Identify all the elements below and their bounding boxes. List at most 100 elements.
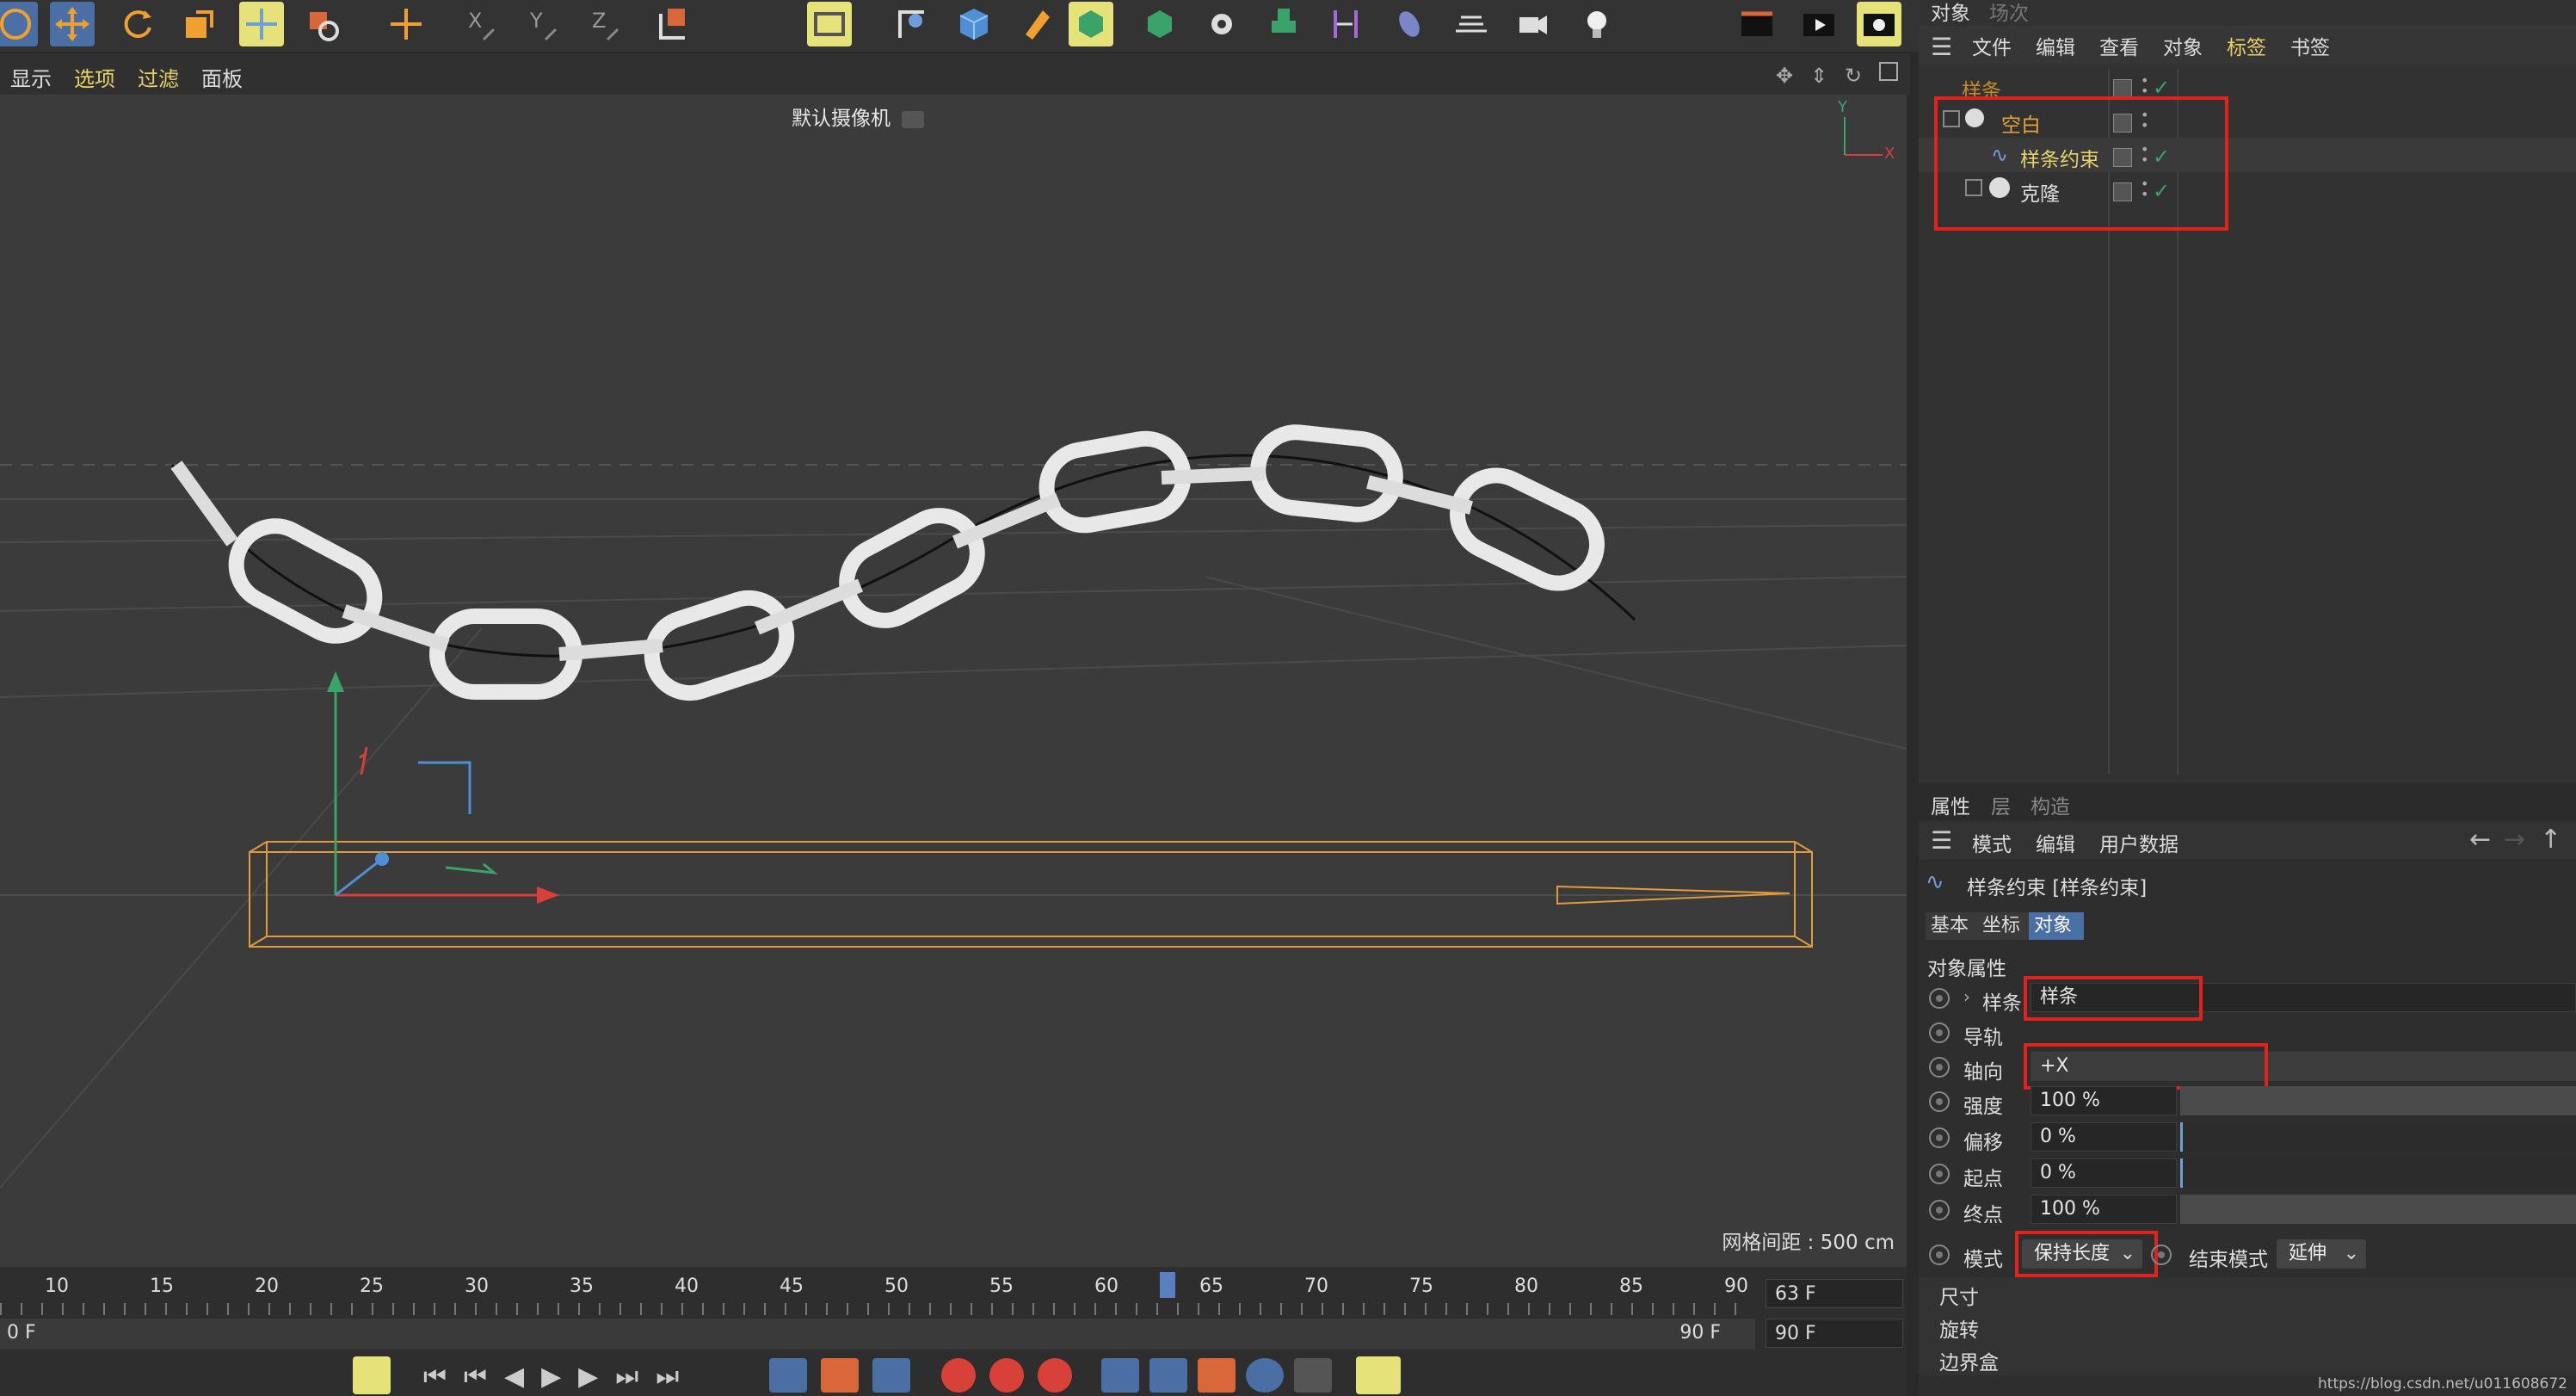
transform-tool-icon[interactable] <box>301 2 346 46</box>
z-axis-lock-icon[interactable]: Z <box>585 2 630 46</box>
axis-animate-radio[interactable] <box>1929 1057 1950 1078</box>
render-region-icon[interactable] <box>807 2 852 46</box>
section-size[interactable]: 尺寸 <box>1919 1277 2576 1310</box>
subtab-coords[interactable]: 坐标 <box>1977 912 2029 940</box>
menu-options[interactable]: 选项 <box>74 62 115 92</box>
frame-range-bar[interactable]: 0 F 90 F <box>0 1319 1755 1350</box>
render-picture-viewer-icon[interactable] <box>1796 2 1841 46</box>
y-axis-lock-icon[interactable]: Y <box>523 2 568 46</box>
tab-structure[interactable]: 构造 <box>2031 790 2070 819</box>
x-axis-lock-icon[interactable]: X <box>461 2 506 46</box>
keyframe-mode-icon[interactable] <box>353 1356 391 1394</box>
spline-animate-radio[interactable] <box>1929 988 1950 1009</box>
3d-viewport[interactable]: Y X 默认摄像机 网格间距 : 500 cm <box>0 95 1907 1267</box>
menu-filter[interactable]: 过滤 <box>138 62 179 92</box>
menu-object[interactable]: 对象 <box>2163 31 2203 60</box>
record-key-icon[interactable] <box>941 1358 976 1393</box>
viewport-rotate-icon[interactable]: ↻ <box>1845 64 1862 88</box>
menu-tags[interactable]: 标签 <box>2227 31 2266 60</box>
menu-edit[interactable]: 编辑 <box>2036 31 2075 60</box>
menu-bookmarks[interactable]: 书签 <box>2290 31 2330 60</box>
menu-view[interactable]: 查看 <box>2099 31 2139 60</box>
scheme-icon[interactable] <box>1356 1356 1401 1394</box>
menu-panel[interactable]: 面板 <box>201 62 243 92</box>
key-scale-icon[interactable] <box>1198 1358 1236 1393</box>
offset-field[interactable]: 0 % <box>2031 1122 2177 1152</box>
end-field[interactable]: 100 % <box>2031 1195 2177 1224</box>
start-slider[interactable] <box>2180 1158 2576 1188</box>
live-selection-icon[interactable] <box>239 2 284 46</box>
hamburger-icon[interactable]: ☰ <box>1931 826 1952 855</box>
viewport-maximize-icon[interactable] <box>1879 62 1898 81</box>
chevron-right-icon[interactable]: › <box>1963 986 1970 1007</box>
camera-label[interactable]: 默认摄像机 <box>792 102 925 131</box>
offset-slider[interactable] <box>2180 1122 2576 1152</box>
render-view-icon[interactable] <box>1735 2 1779 46</box>
section-rotation[interactable]: 旋转 <box>1919 1310 2576 1343</box>
render-settings-icon[interactable] <box>1857 2 1901 46</box>
cloner-icon[interactable] <box>1199 2 1244 46</box>
forward-arrow-icon[interactable]: → <box>2504 825 2525 855</box>
loop-icon[interactable] <box>769 1358 807 1393</box>
playback-controls[interactable]: ⏮⏮◀▶▶⏭⏭ <box>423 1362 696 1392</box>
menu-file[interactable]: 文件 <box>1972 31 2012 60</box>
scale-tool-icon[interactable] <box>177 2 222 46</box>
viewport-zoom-icon[interactable]: ⇕ <box>1810 64 1827 88</box>
strength-field[interactable]: 100 % <box>2031 1086 2177 1115</box>
tab-layers[interactable]: 层 <box>1991 790 2011 819</box>
rotate-tool-icon[interactable] <box>115 2 160 46</box>
move-tool-icon[interactable] <box>50 2 95 46</box>
menu-edit[interactable]: 编辑 <box>2036 828 2075 857</box>
timeline[interactable]: 10 15 20 25 30 35 40 45 50 55 60 65 70 75 80 85 90 63 F … <box>0 1267 1907 1396</box>
cube-icon[interactable] <box>952 2 996 46</box>
key-rotation-icon[interactable] <box>1149 1358 1187 1393</box>
spline-pen-icon[interactable] <box>890 2 934 46</box>
end-mode-select[interactable]: 延伸 ⌄ <box>2277 1239 2366 1269</box>
film-icon[interactable] <box>821 1358 859 1393</box>
end-animate-radio[interactable] <box>1929 1200 1950 1220</box>
back-arrow-icon[interactable]: ← <box>2469 825 2491 855</box>
rail-animate-radio[interactable] <box>1929 1022 1950 1043</box>
menu-mode[interactable]: 模式 <box>1972 828 2012 857</box>
key-position-icon[interactable] <box>1101 1358 1139 1393</box>
strength-animate-radio[interactable] <box>1929 1091 1950 1112</box>
sound-icon[interactable] <box>872 1358 910 1393</box>
strength-slider[interactable] <box>2180 1086 2576 1115</box>
subdivision-icon[interactable] <box>1069 2 1113 46</box>
coordinate-system-icon[interactable] <box>650 2 695 46</box>
menu-user-data[interactable]: 用户数据 <box>2099 828 2179 857</box>
viewport-move-icon[interactable]: ✥ <box>1776 64 1793 88</box>
mode-animate-radio[interactable] <box>1929 1245 1950 1265</box>
timeline-playhead[interactable] <box>1160 1272 1175 1298</box>
end-frame-field[interactable]: 90 F <box>1766 1319 1903 1348</box>
end-mode-animate-radio[interactable] <box>2151 1245 2172 1265</box>
end-slider[interactable] <box>2180 1195 2576 1224</box>
hamburger-icon[interactable]: ☰ <box>1931 33 1952 61</box>
field-icon[interactable] <box>1387 2 1432 46</box>
current-frame-field[interactable]: 63 F <box>1766 1279 1903 1308</box>
section-bounding-box[interactable]: 边界盒 <box>1919 1343 2576 1375</box>
light-icon[interactable] <box>1575 2 1619 46</box>
start-field[interactable]: 0 % <box>2031 1158 2177 1188</box>
key-point-level-icon[interactable] <box>1294 1358 1332 1393</box>
mograph-icon[interactable] <box>1261 2 1306 46</box>
up-arrow-icon[interactable]: ↑ <box>2540 825 2561 855</box>
deformer-icon[interactable] <box>1323 2 1368 46</box>
visibility-dots-icon[interactable]: • • <box>2141 74 2148 98</box>
pen-icon[interactable] <box>1014 2 1058 46</box>
start-animate-radio[interactable] <box>1929 1164 1950 1184</box>
tab-takes[interactable]: 场次 <box>1989 0 2029 26</box>
camera-icon[interactable] <box>1511 2 1556 46</box>
key-parameter-icon[interactable] <box>1246 1358 1284 1393</box>
auto-key-icon[interactable] <box>989 1358 1024 1393</box>
extrude-icon[interactable] <box>1137 2 1182 46</box>
tab-attributes[interactable]: 属性 <box>1931 790 1970 819</box>
subtab-basic[interactable]: 基本 <box>1926 912 1977 940</box>
menu-display[interactable]: 显示 <box>10 62 52 92</box>
world-axis-icon[interactable] <box>384 2 428 46</box>
floor-icon[interactable] <box>1449 2 1494 46</box>
tab-objects[interactable]: 对象 <box>1931 0 1970 26</box>
offset-animate-radio[interactable] <box>1929 1127 1950 1148</box>
select-tool-icon[interactable] <box>0 2 38 46</box>
layer-icon[interactable] <box>2113 79 2132 98</box>
